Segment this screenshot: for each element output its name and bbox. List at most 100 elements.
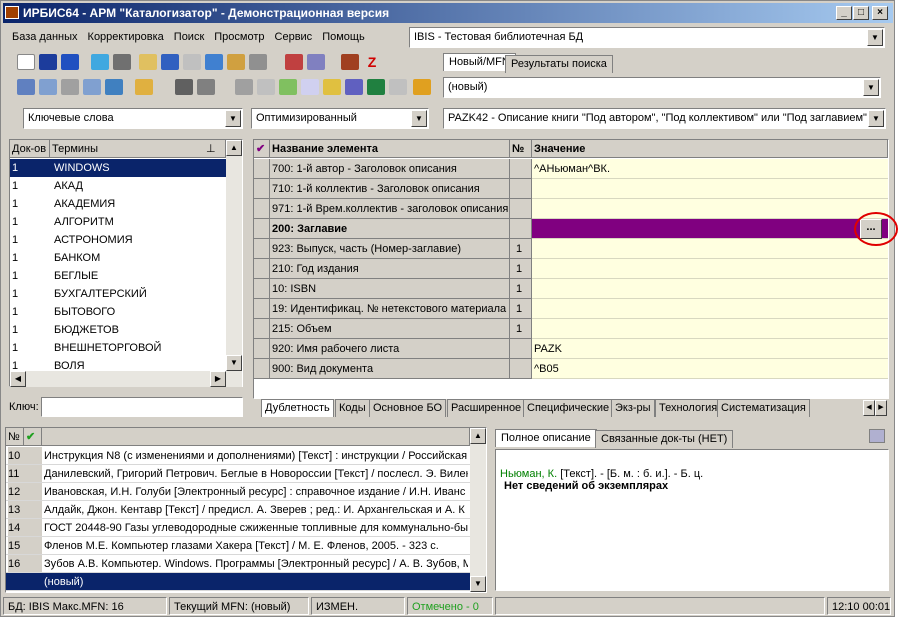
scroll-up-icon[interactable]: ▲ (226, 140, 242, 156)
list-item[interactable]: 1 АКАДЕМИЯ (10, 195, 226, 213)
minimize-button[interactable]: _ (836, 6, 852, 20)
table-row[interactable]: 15 Фленов М.Е. Компьютер глазами Хакера [… (6, 537, 470, 555)
table-row[interactable]: 200: Заглавие (254, 219, 888, 239)
table-row[interactable]: 10: ISBN 1 (254, 279, 888, 299)
col-docs-header[interactable]: Док-ов (10, 140, 50, 158)
chevron-down-icon[interactable]: ▼ (863, 79, 879, 96)
tab-6[interactable]: Технология (655, 399, 722, 417)
chevron-down-icon[interactable]: ▼ (411, 110, 427, 127)
new-doc-icon[interactable] (17, 54, 35, 70)
record-check[interactable] (24, 447, 42, 464)
list-item[interactable]: 1 БАНКОМ (10, 249, 226, 267)
table-row[interactable]: 19: Идентификац. № нетекстового материал… (254, 299, 888, 319)
table-row[interactable]: 971: 1-й Врем.коллектив - заголовок опис… (254, 199, 888, 219)
list-icon[interactable] (205, 54, 223, 70)
list-item[interactable]: 1 WINDOWS (10, 159, 226, 177)
field-value[interactable]: PAZK (532, 339, 888, 359)
records-check-icon[interactable]: ✔ (24, 428, 42, 446)
new-record-select[interactable]: (новый) ▼ (443, 77, 881, 98)
table-row[interactable]: 923: Выпуск, часть (Номер-заглавие) 1 (254, 239, 888, 259)
view-icon[interactable] (175, 79, 193, 95)
field-value[interactable] (532, 199, 888, 219)
delete-icon[interactable] (249, 54, 267, 70)
menu-search[interactable]: Поиск (169, 26, 209, 48)
camera-icon[interactable] (197, 79, 215, 95)
excel-icon[interactable] (367, 79, 385, 95)
table-row[interactable]: 900: Вид документа ^B05 (254, 359, 888, 379)
menu-database[interactable]: База данных (7, 26, 83, 48)
tab-search-results[interactable]: Результаты поиска (505, 55, 613, 73)
list-item[interactable]: 1 ВНЕШНЕТОРГОВОЙ (10, 339, 226, 357)
filter-icon[interactable] (341, 54, 359, 70)
field-value[interactable] (532, 179, 888, 199)
list-item[interactable]: 1 АСТРОНОМИЯ (10, 231, 226, 249)
back-icon[interactable] (91, 54, 109, 70)
list-item[interactable]: 1 АЛГОРИТМ (10, 213, 226, 231)
tree-icon[interactable] (105, 79, 123, 95)
list-item[interactable]: 1 БЮДЖЕТОВ (10, 321, 226, 339)
tab-7[interactable]: Систематизация (717, 399, 810, 417)
tab-5[interactable]: Экз-ры (611, 399, 655, 417)
terms-scrollbar[interactable]: ▲ ▼ (226, 140, 242, 371)
chart-icon[interactable] (345, 79, 363, 95)
save-icon[interactable] (39, 54, 57, 70)
table-row[interactable]: 700: 1-й автор - Заголовок описания ^AНью… (254, 159, 888, 179)
search-record-icon[interactable] (83, 79, 101, 95)
list-item[interactable]: 1 АКАД (10, 177, 226, 195)
list-item[interactable]: 1 БЕГЛЫЕ (10, 267, 226, 285)
print-icon[interactable] (869, 429, 885, 443)
dictionary-select[interactable]: Ключевые слова ▼ (23, 108, 243, 129)
tab-scroll-left-icon[interactable]: ◀ (863, 400, 875, 416)
bell-icon[interactable] (135, 79, 153, 95)
scroll-down-icon[interactable]: ▼ (470, 576, 486, 592)
printer-icon[interactable] (235, 79, 253, 95)
field-value[interactable] (532, 259, 888, 279)
menu-service[interactable]: Сервис (270, 26, 318, 48)
folder-icon[interactable] (323, 79, 341, 95)
close-button[interactable]: × (872, 6, 888, 20)
field-value[interactable]: ^B05 (532, 359, 888, 379)
docs-icon[interactable] (301, 79, 319, 95)
pages-icon[interactable] (257, 79, 275, 95)
table-row[interactable]: 14 ГОСТ 20448-90 Газы углеводородные сжиж… (6, 519, 470, 537)
tab-full-description[interactable]: Полное описание (495, 429, 597, 447)
mode-select[interactable]: Оптимизированный ▼ (251, 108, 429, 129)
field-value[interactable] (532, 239, 888, 259)
terms-hscrollbar[interactable]: ◀ ▶ (10, 371, 242, 387)
list-item[interactable]: 1 ВОЛЯ (10, 357, 226, 371)
maximize-button[interactable]: □ (853, 6, 869, 20)
col-no-header[interactable]: № (510, 140, 532, 158)
record-check[interactable] (24, 573, 42, 590)
help-icon[interactable] (413, 79, 431, 95)
copy-icon[interactable] (139, 54, 157, 70)
chevron-down-icon[interactable]: ▼ (867, 29, 883, 46)
tab-4[interactable]: Специфические (523, 399, 614, 417)
records-col-no[interactable]: № (6, 428, 24, 446)
doc-icon[interactable] (389, 79, 407, 95)
scroll-right-icon[interactable]: ▶ (210, 371, 226, 387)
col-terms-header[interactable]: Термины (50, 140, 226, 158)
table-row[interactable]: 10 Инструкция N8 (с изменениями и дополне… (6, 447, 470, 465)
list-item[interactable]: 1 БЫТОВОГО (10, 303, 226, 321)
record-check[interactable] (24, 555, 42, 572)
col-name-header[interactable]: Название элемента (270, 140, 510, 158)
scroll-left-icon[interactable]: ◀ (10, 371, 26, 387)
z3950-icon[interactable]: Z (363, 54, 381, 70)
table-row[interactable]: 16 Зубов А.В. Компьютер. Windows. Програм… (6, 555, 470, 573)
tab-2[interactable]: Основное БО (369, 399, 447, 417)
tab-0[interactable]: Дублетность (261, 399, 334, 417)
records-scrollbar[interactable]: ▲ ▼ (470, 428, 486, 592)
chevron-down-icon[interactable]: ▼ (868, 110, 884, 127)
chevron-down-icon[interactable]: ▼ (225, 110, 241, 127)
mail-icon[interactable] (61, 79, 79, 95)
print-icon[interactable] (183, 54, 201, 70)
tab-linked-docs[interactable]: Связанные док-ты (НЕТ) (595, 430, 734, 448)
undo-icon[interactable] (61, 54, 79, 70)
field-value[interactable]: ^AНьюман^BК. (532, 159, 888, 179)
arrow-doc-icon[interactable] (279, 79, 297, 95)
tab-scroll-right-icon[interactable]: ▶ (875, 400, 887, 416)
field-value[interactable] (532, 299, 888, 319)
record-check[interactable] (24, 501, 42, 518)
table-row[interactable]: 13 Алдайк, Джон. Кентавр [Текст] / предис… (6, 501, 470, 519)
export-icon[interactable] (307, 54, 325, 70)
